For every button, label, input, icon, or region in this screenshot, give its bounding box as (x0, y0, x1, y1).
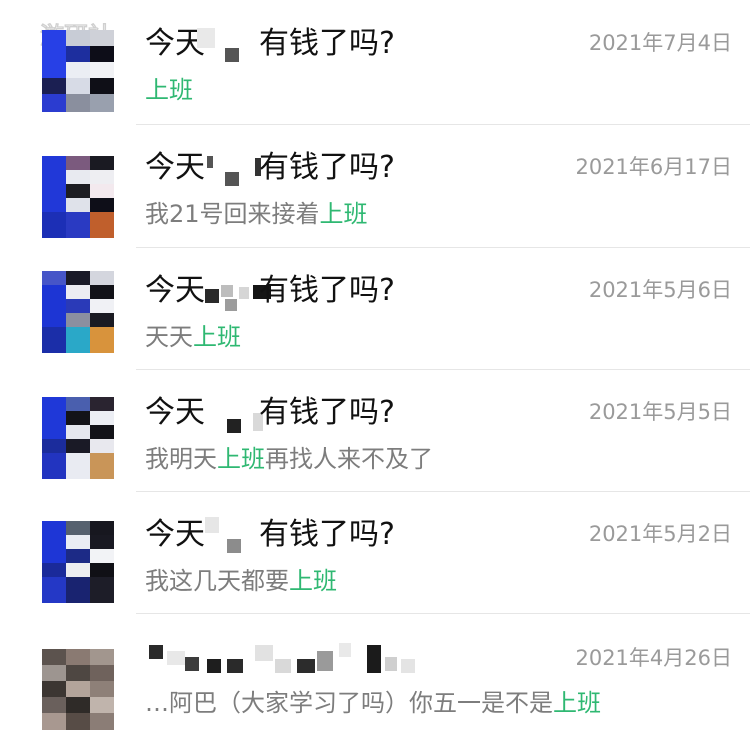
name-mosaic (149, 645, 163, 659)
chat-list: 游研社 今天 有钱了吗? 2021年7月4日 上班 (0, 0, 750, 730)
preview-text: 我这几天都要 (145, 567, 289, 595)
message-preview: 天天上班 (145, 319, 241, 355)
name-end: 有钱了吗? (259, 517, 395, 552)
name-start: 今天 (145, 26, 205, 61)
name-mosaic (339, 643, 351, 657)
chat-date: 2021年5月5日 (588, 400, 732, 424)
message-preview: 我21号回来接着上班 (145, 196, 368, 232)
name-mosaic (317, 651, 333, 671)
preview-text-after: 再找人来不及了 (265, 445, 433, 473)
chat-row[interactable]: 今天 有钱了吗? 2021年5月6日 天天上班 (0, 247, 750, 369)
name-mosaic (385, 657, 397, 671)
name-mosaic (207, 156, 213, 168)
message-preview: 我这几天都要上班 (145, 563, 337, 599)
name-mosaic (185, 657, 199, 671)
chat-date: 2021年4月26日 (575, 646, 732, 670)
name-start: 今天 (145, 273, 205, 308)
name-mosaic (221, 285, 233, 297)
name-mosaic (197, 28, 215, 48)
preview-highlight: 上班 (217, 445, 265, 473)
chat-row[interactable]: 2021年4月26日 …阿巴（大家学习了吗）你五一是不是上班 (0, 613, 750, 730)
name-mosaic (297, 659, 315, 673)
avatar (42, 30, 114, 112)
name-mosaic (225, 299, 237, 311)
preview-highlight: 上班 (319, 200, 368, 228)
chat-row[interactable]: 今天 有钱了吗? 2021年7月4日 上班 (0, 0, 750, 122)
name-end: 有钱了吗? (259, 26, 395, 61)
name-mosaic (275, 659, 291, 673)
avatar (42, 397, 114, 479)
avatar (42, 649, 114, 730)
chat-date: 2021年6月17日 (575, 155, 732, 179)
contact-name: 今天 有钱了吗? (145, 391, 565, 437)
name-mosaic (225, 48, 239, 62)
chat-date: 2021年5月6日 (588, 278, 732, 302)
name-mosaic (167, 651, 185, 665)
name-mosaic (227, 659, 243, 673)
contact-name: 今天 有钱了吗? (145, 269, 565, 315)
message-preview: 我明天上班再找人来不及了 (145, 441, 433, 477)
name-mosaic (367, 645, 381, 673)
contact-name (145, 637, 565, 683)
contact-name: 今天 有钱了吗? (145, 513, 565, 559)
chat-row[interactable]: 今天 有钱了吗? 2021年5月2日 我这几天都要上班 (0, 491, 750, 613)
message-preview: …阿巴（大家学习了吗）你五一是不是上班 (145, 685, 601, 721)
preview-highlight: 上班 (193, 323, 241, 351)
chat-row[interactable]: 今天 有钱了吗? 2021年6月17日 我21号回来接着上班 (0, 124, 750, 246)
avatar (42, 156, 114, 238)
name-mosaic (227, 539, 241, 553)
name-end: 有钱了吗? (259, 395, 395, 430)
name-mosaic (225, 172, 239, 186)
message-preview: 上班 (145, 72, 193, 108)
preview-text: …阿巴（大家学习了吗）你五一是不是 (145, 689, 553, 717)
name-start: 今天 (145, 150, 205, 185)
name-mosaic (227, 419, 241, 433)
contact-name: 今天 有钱了吗? (145, 22, 565, 68)
preview-text: 天天 (145, 323, 193, 351)
name-start: 今天 (145, 395, 205, 430)
preview-highlight: 上班 (145, 76, 193, 104)
name-mosaic (255, 645, 273, 661)
chat-date: 2021年5月2日 (588, 522, 732, 546)
name-mosaic (239, 287, 249, 299)
chat-row[interactable]: 今天 有钱了吗? 2021年5月5日 我明天上班再找人来不及了 (0, 369, 750, 491)
preview-text: 我21号回来接着 (145, 200, 320, 228)
avatar (42, 271, 114, 353)
name-start: 今天 (145, 517, 205, 552)
name-mosaic (205, 517, 219, 533)
preview-text: 我明天 (145, 445, 217, 473)
name-mosaic (401, 659, 415, 673)
contact-name: 今天 有钱了吗? (145, 146, 565, 192)
name-end: 有钱了吗? (259, 273, 395, 308)
preview-highlight: 上班 (289, 567, 337, 595)
name-mosaic (205, 289, 219, 303)
preview-highlight: 上班 (553, 689, 601, 717)
name-mosaic (207, 659, 221, 673)
name-end: 有钱了吗? (259, 150, 395, 185)
chat-date: 2021年7月4日 (588, 31, 732, 55)
avatar (42, 521, 114, 603)
